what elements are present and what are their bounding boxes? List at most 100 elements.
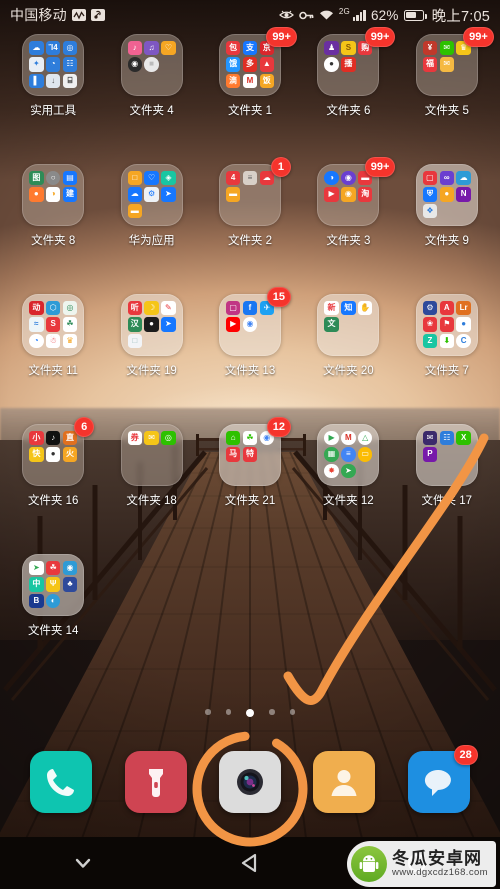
camera-app[interactable] — [218, 751, 281, 813]
news-cn-app: 新 — [324, 300, 339, 315]
dianping-app: ▲ — [259, 57, 275, 72]
folder-label: 文件夹 5 — [424, 105, 469, 117]
dark-app: ● — [144, 317, 159, 332]
mail-cn-app: ✉ — [439, 57, 455, 72]
folder-文件夹-12[interactable]: ▶ M △ ▦ ≡ ▭ ✸ ➤ — [317, 424, 380, 486]
phone-icon — [47, 769, 75, 796]
folder-实用工具[interactable]: ☁ Ἲ4 ◎ ✦ ◔ ☷ ▌ ↓ ⌸ — [22, 34, 85, 96]
folder-label: 文件夹 7 — [424, 365, 469, 377]
folder-badge: 99+ — [364, 157, 396, 177]
person-icon — [331, 770, 357, 796]
folder-文件夹-2[interactable]: 4 ≡ ☁ ▬ — [218, 164, 281, 226]
home-cell: 小 ♪ 直快 ● 火 6 文件夹 16 — [4, 417, 102, 550]
folder-文件夹-4[interactable]: ♪ ♫ ♡ ◉ ■ — [120, 34, 183, 96]
trophy-app: ♛ — [62, 333, 78, 348]
folder-label: 文件夹 18 — [126, 495, 177, 507]
folder-华为应用[interactable]: □ ♡ ◈ ☁ ⚙ ➤ ▬ — [120, 164, 183, 226]
folder-文件夹-11[interactable]: 动 ⬡ ◎ ≈ S ☘ ◔ ☃ ♛ — [22, 294, 85, 356]
folder-label: 文件夹 20 — [323, 365, 374, 377]
page-dot[interactable] — [246, 709, 254, 717]
timer-app: ◔ — [45, 57, 61, 72]
page-dot[interactable] — [289, 709, 295, 715]
camel-app: ◉ — [62, 560, 78, 575]
page-dot[interactable] — [269, 709, 275, 715]
gmail-app: M — [242, 73, 258, 88]
folder-badge: 15 — [266, 287, 291, 307]
hide-keyboard-button[interactable] — [53, 837, 113, 889]
home-cell: ✉ ☷ X P 文件夹 17 — [398, 424, 496, 550]
home-cell: ▶ M △ ▦ ≡ ▭ ✸ ➤ 文件夹 12 — [299, 424, 397, 550]
vpn-key-icon — [299, 10, 314, 21]
folder-文件夹-9[interactable]: ▢ ∞ ☁ ⛨ ● N ❖ — [415, 164, 478, 226]
folder-文件夹-7[interactable]: ⚙ A Lr ❀ ⚑ ● Z ⬇ C — [415, 294, 478, 356]
folder-badge: 99+ — [266, 27, 297, 47]
folder-文件夹-17[interactable]: ✉ ☷ X P — [415, 424, 478, 486]
home-cell: ☁ Ἲ4 ◎ ✦ ◔ ☷ ▌ ↓ ⌸ 实用工具 — [4, 34, 102, 160]
white-app: □ — [127, 333, 142, 348]
avatar-app: ● — [324, 57, 339, 72]
notepad-app: ✎ — [161, 300, 176, 315]
folder-文件夹-16[interactable]: 小 ♪ 直快 ● 火 — [22, 424, 85, 486]
todo-app: ☷ — [439, 430, 455, 445]
folder-badge: 1 — [270, 157, 291, 177]
drive-app: △ — [357, 430, 373, 445]
food-app: 饭 — [259, 73, 275, 88]
kuaishou2-app: 快 — [29, 447, 44, 462]
instagram-app: ▢ — [225, 300, 241, 315]
home-cell: ♪ ♫ ♡ ◉ ■ 文件夹 4 — [102, 34, 200, 160]
folder-文件夹-18[interactable]: 券 ✉ ◎ — [120, 424, 183, 486]
weibo-app: ◉ — [341, 170, 356, 185]
network-type-label: 2G — [338, 6, 350, 16]
folder-label: 文件夹 17 — [421, 495, 473, 507]
lr-app: Lr — [456, 300, 471, 315]
folder-label: 文件夹 21 — [224, 495, 276, 507]
live-app: ▶ — [324, 187, 339, 202]
person-app: ● — [45, 447, 61, 462]
bank2-app: 建 — [62, 187, 78, 202]
music-app: ♪ — [127, 40, 142, 55]
watermark-site-name: 冬瓜安卓网 — [391, 849, 482, 869]
flashlight-icon — [148, 769, 163, 797]
wallet2-app: ▬ — [127, 203, 142, 218]
hiwallet-app: ◈ — [161, 170, 176, 185]
home-cell: ▢ ∞ ☁ ⛨ ● N ❖ 文件夹 9 — [398, 164, 496, 290]
flashlight-app[interactable] — [124, 751, 187, 813]
folder-badge: 99+ — [463, 27, 494, 47]
eleme-app: 饿 — [225, 57, 241, 72]
video-app: 播 — [341, 57, 356, 72]
translate-app: 中 — [29, 577, 44, 592]
battery-percent-label: 62% — [370, 7, 399, 23]
page-dot[interactable] — [205, 709, 211, 715]
green-app: ◎ — [62, 300, 78, 315]
folder-label: 文件夹 19 — [126, 365, 177, 377]
page-dot[interactable] — [225, 709, 231, 715]
folder-文件夹-20[interactable]: 新知 ✋ 文 — [317, 294, 380, 356]
outlook-app: ✉ — [422, 430, 438, 445]
camera-dark-app: ◉ — [127, 57, 142, 72]
contacts-app[interactable] — [313, 751, 376, 813]
game2-app: ◎ — [161, 430, 176, 445]
gmaps2-app: ➤ — [29, 560, 44, 575]
mushroom-app: ☘ — [45, 560, 61, 575]
chrome-app: ◉ — [242, 317, 258, 332]
page-indicator[interactable] — [0, 709, 500, 717]
phone-app[interactable] — [30, 751, 93, 813]
redpacket-app: 福 — [422, 57, 438, 72]
photos-app: ✸ — [324, 463, 339, 478]
recorder-app: Ἲ4 — [45, 40, 61, 55]
folder-badge: 12 — [266, 417, 291, 437]
signal-wave-icon — [71, 9, 86, 21]
cloud-hw-app: ☁ — [127, 187, 142, 202]
home-cell: 券 ✉ ◎ 文件夹 18 — [102, 424, 200, 550]
booking-app: B — [29, 593, 44, 608]
appgallery-app: □ — [127, 170, 142, 185]
folder-文件夹-8[interactable]: 图 ○ ▤ ● ◑ 建 — [22, 164, 85, 226]
home-cell: 新知 ✋ 文文件夹 20 — [299, 294, 397, 420]
calculator-app: ⌸ — [62, 73, 78, 88]
hanzi-app: 汉 — [127, 317, 142, 332]
back-button[interactable] — [220, 837, 280, 889]
listen-app: 听 — [127, 300, 142, 315]
folder-文件夹-19[interactable]: 听 ☽ ✎ 汉 ● ➤ □ — [120, 294, 183, 356]
folder-文件夹-14[interactable]: ➤ ☘ ◉ 中 Ψ ♣ B ◐ — [22, 554, 85, 616]
folder-badge: 99+ — [364, 27, 396, 47]
